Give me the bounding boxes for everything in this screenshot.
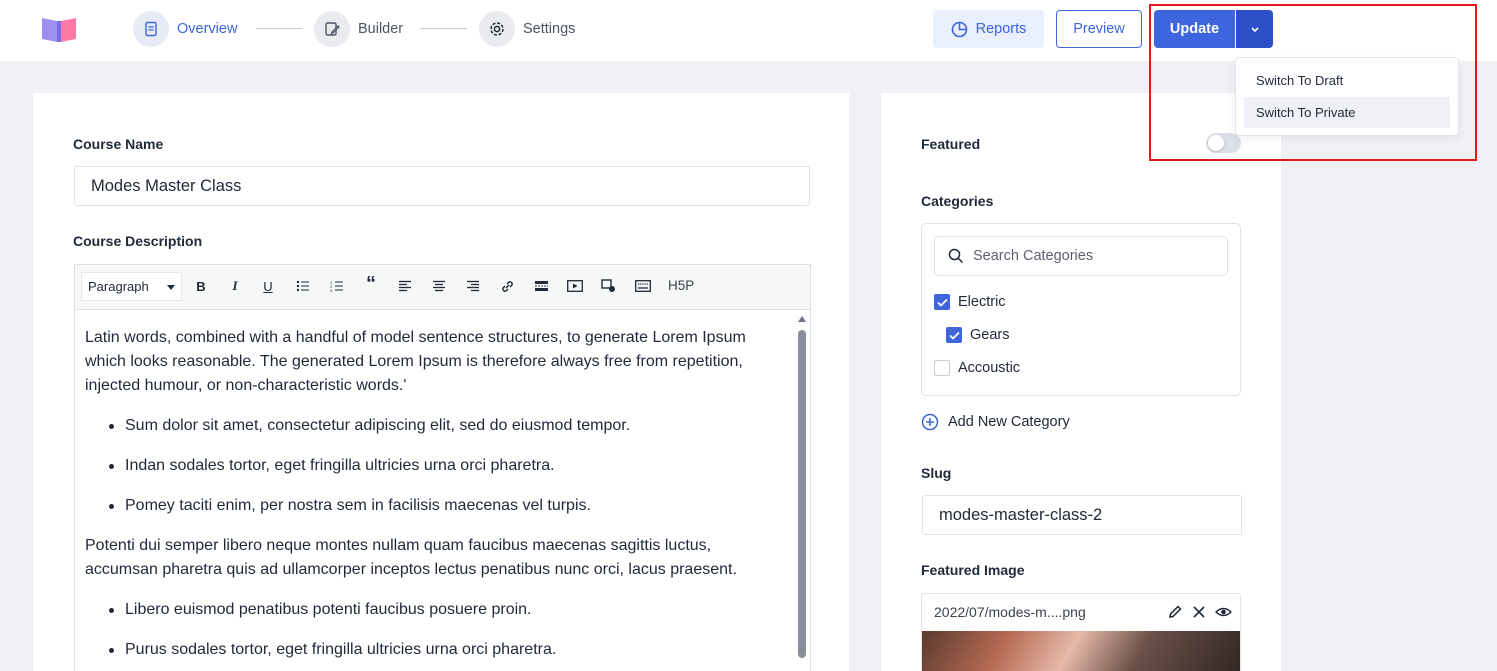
format-select-value: Paragraph bbox=[88, 279, 149, 294]
step-label: Overview bbox=[177, 21, 238, 37]
slug-label: Slug bbox=[921, 465, 952, 481]
step-settings[interactable]: Settings bbox=[479, 11, 575, 47]
checkbox-unchecked[interactable] bbox=[934, 360, 950, 376]
top-bar: Overview Builder Settings Reports Previe… bbox=[0, 0, 1497, 61]
bullet-list-icon[interactable] bbox=[294, 277, 312, 295]
format-select[interactable]: Paragraph bbox=[81, 272, 182, 301]
numbered-list-icon[interactable]: 123 bbox=[328, 277, 346, 295]
h5p-button[interactable]: H5P bbox=[668, 278, 694, 293]
check-icon bbox=[936, 298, 948, 307]
keyboard-icon[interactable] bbox=[634, 277, 652, 295]
reports-label: Reports bbox=[975, 21, 1027, 37]
step-connector bbox=[420, 28, 467, 29]
checkbox-checked[interactable] bbox=[934, 294, 950, 310]
featured-image-filename: 2022/07/modes-m....png bbox=[934, 604, 1086, 620]
edit-icon bbox=[314, 11, 350, 47]
featured-image-thumbnail bbox=[922, 631, 1240, 671]
slug-input[interactable]: modes-master-class-2 bbox=[922, 495, 1242, 535]
search-icon bbox=[948, 248, 964, 264]
featured-label: Featured bbox=[921, 136, 981, 152]
category-item-gears[interactable]: Gears bbox=[946, 327, 1010, 343]
checkbox-checked[interactable] bbox=[946, 327, 962, 343]
update-dropdown-menu: Switch To Draft Switch To Private bbox=[1235, 57, 1459, 136]
list-item: Purus sodales tortor, eget fringilla ult… bbox=[109, 638, 775, 662]
pencil-icon[interactable] bbox=[1167, 604, 1183, 620]
featured-image-label: Featured Image bbox=[921, 562, 1025, 578]
gear-icon bbox=[479, 11, 515, 47]
media-icon[interactable] bbox=[600, 277, 618, 295]
step-builder[interactable]: Builder bbox=[314, 11, 403, 47]
close-icon[interactable] bbox=[1191, 604, 1207, 620]
category-search-input[interactable]: Search Categories bbox=[934, 236, 1228, 276]
update-dropdown-toggle[interactable] bbox=[1236, 10, 1273, 48]
add-new-category-button[interactable]: Add New Category bbox=[921, 413, 1070, 431]
bold-icon[interactable]: B bbox=[192, 277, 210, 295]
menu-item-switch-to-private[interactable]: Switch To Private bbox=[1244, 97, 1450, 128]
svg-text:3: 3 bbox=[330, 288, 333, 292]
plus-circle-icon bbox=[921, 413, 939, 431]
preview-label: Preview bbox=[1073, 21, 1125, 37]
blockquote-icon[interactable]: “ bbox=[362, 273, 380, 295]
chevron-down-icon bbox=[1250, 26, 1259, 32]
step-label: Builder bbox=[358, 21, 404, 37]
app-logo bbox=[42, 18, 76, 42]
step-connector bbox=[256, 28, 302, 29]
course-description-editor[interactable]: Latin words, combined with a handful of … bbox=[74, 309, 811, 671]
categories-label: Categories bbox=[921, 193, 994, 209]
document-icon bbox=[133, 11, 169, 47]
align-right-icon[interactable] bbox=[464, 277, 482, 295]
course-name-label: Course Name bbox=[73, 136, 164, 152]
link-icon[interactable] bbox=[498, 277, 516, 295]
category-item-accoustic[interactable]: Accoustic bbox=[934, 360, 1020, 376]
toggle-knob bbox=[1208, 135, 1224, 151]
editor-paragraph: Potenti dui semper libero neque montes n… bbox=[85, 537, 737, 578]
update-label: Update bbox=[1169, 21, 1220, 37]
course-name-input[interactable]: Modes Master Class bbox=[74, 166, 810, 206]
category-label: Gears bbox=[970, 327, 1010, 343]
scrollbar-thumb[interactable] bbox=[798, 330, 806, 658]
category-item-electric[interactable]: Electric bbox=[934, 294, 1006, 310]
italic-icon[interactable]: I bbox=[226, 277, 244, 295]
eye-icon[interactable] bbox=[1215, 604, 1232, 620]
editor-paragraph: Latin words, combined with a handful of … bbox=[85, 329, 746, 394]
menu-item-switch-to-draft[interactable]: Switch To Draft bbox=[1244, 65, 1450, 96]
video-icon[interactable] bbox=[566, 277, 584, 295]
add-category-label: Add New Category bbox=[948, 414, 1070, 430]
update-button[interactable]: Update bbox=[1154, 10, 1235, 48]
align-center-icon[interactable] bbox=[430, 277, 448, 295]
step-overview[interactable]: Overview bbox=[133, 11, 237, 47]
align-left-icon[interactable] bbox=[396, 277, 414, 295]
scroll-up-arrow-icon[interactable] bbox=[798, 316, 806, 322]
underline-icon[interactable]: U bbox=[259, 277, 277, 295]
read-more-icon[interactable] bbox=[532, 277, 550, 295]
caret-down-icon bbox=[167, 285, 175, 290]
featured-toggle[interactable] bbox=[1206, 133, 1241, 153]
pie-chart-icon bbox=[951, 21, 967, 37]
list-item: Pomey taciti enim, per nostra sem in fac… bbox=[109, 494, 775, 518]
category-label: Accoustic bbox=[958, 360, 1021, 376]
course-description-label: Course Description bbox=[73, 233, 203, 249]
editor-scrollbar[interactable] bbox=[797, 312, 807, 671]
category-label: Electric bbox=[958, 294, 1006, 310]
category-search-placeholder: Search Categories bbox=[973, 248, 1094, 264]
list-item: Sum dolor sit amet, consectetur adipisci… bbox=[109, 414, 775, 438]
featured-image-box: 2022/07/modes-m....png bbox=[921, 593, 1241, 671]
list-item: Libero euismod penatibus potenti faucibu… bbox=[109, 598, 775, 622]
reports-button[interactable]: Reports bbox=[933, 10, 1044, 48]
list-item: Indan sodales tortor, eget fringilla ult… bbox=[109, 454, 775, 478]
step-label: Settings bbox=[523, 21, 576, 37]
check-icon bbox=[948, 331, 960, 340]
categories-box: Search Categories Electric Gears Accoust… bbox=[921, 223, 1241, 396]
preview-button[interactable]: Preview bbox=[1056, 10, 1142, 48]
editor-toolbar: Paragraph B I U 123 “ H5P bbox=[74, 264, 811, 309]
